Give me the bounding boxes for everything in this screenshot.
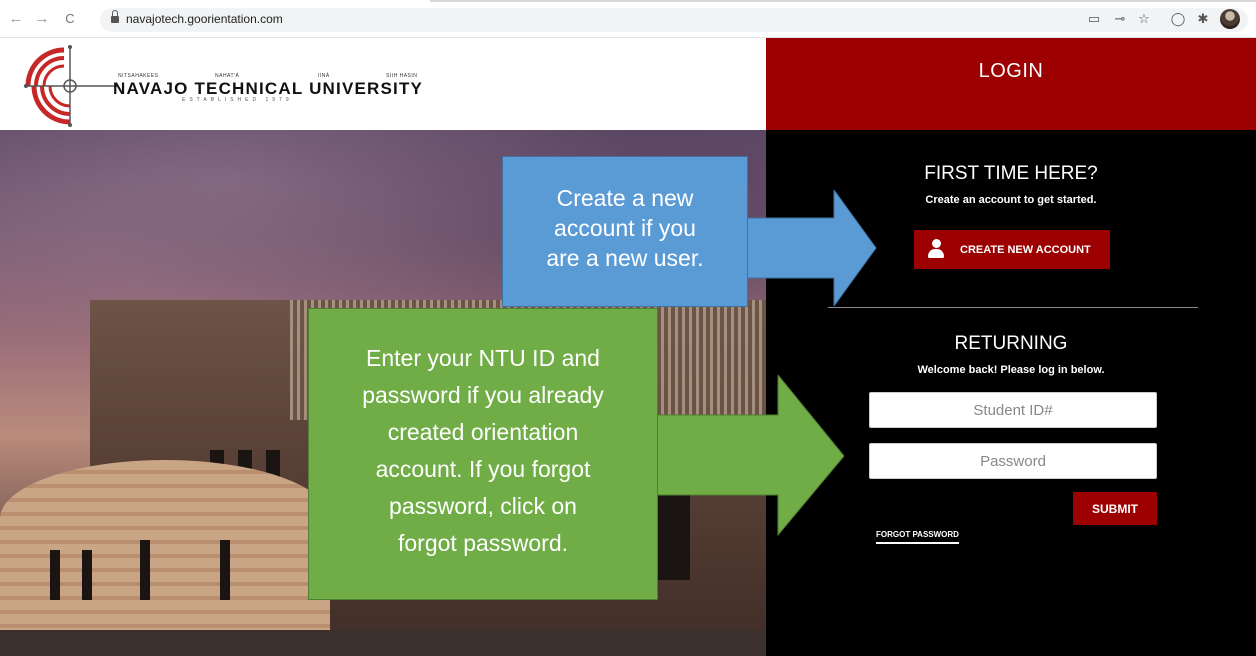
blue-callout-line: are a new user. [546,245,704,271]
lock-icon[interactable] [111,10,119,24]
returning-title: RETURNING [954,333,1068,354]
login-header-band [766,38,1256,130]
green-callout-arrow [656,375,845,537]
blue-callout-arrow [746,190,877,306]
forgot-password-link[interactable]: FORGOT PASSWORD [876,530,959,544]
rotunda-window [140,540,150,600]
student-id-input[interactable] [869,392,1157,428]
back-icon[interactable]: ← [8,11,24,27]
rotunda-window [220,540,230,600]
shield-extension-icon[interactable]: ◯ [1170,11,1186,27]
green-callout-line: forgot password. [397,530,569,556]
password-input[interactable] [869,443,1157,479]
tab-strip-divider [430,0,1256,2]
green-callout-line: created orientation [387,419,579,445]
green-callout-line: password if you already [362,382,604,408]
rotunda [0,460,330,656]
url-text[interactable]: navajotech.goorientation.com [126,12,283,26]
university-name[interactable]: NAVAJO TECHNICAL UNIVERSITY [113,79,423,99]
reload-icon[interactable]: C [62,11,78,27]
first-time-title: FIRST TIME HERE? [924,163,1098,184]
create-account-label: CREATE NEW ACCOUNT [960,244,1091,256]
extensions-puzzle-icon[interactable]: ✱ [1195,11,1211,27]
section-divider [828,307,1198,308]
forward-icon[interactable]: → [34,11,50,27]
blue-callout-line: account if you [554,215,696,241]
blue-callout-line: Create a new [556,185,694,211]
rotunda-window [50,550,60,600]
cast-icon[interactable]: ▭ [1086,11,1102,27]
user-icon [927,239,945,259]
profile-avatar[interactable] [1220,9,1240,29]
green-callout-line: Enter your NTU ID and [366,345,600,371]
rotunda-window [82,550,92,600]
tab-strip [0,0,1256,4]
login-title: LOGIN [978,60,1044,82]
ntu-logo-icon[interactable] [22,44,118,128]
submit-button[interactable]: SUBMIT [1073,492,1157,525]
logo-established: ESTABLISHED 1979 [182,97,293,103]
green-callout-line: password, click on [389,493,577,519]
create-account-button[interactable]: CREATE NEW ACCOUNT [914,230,1110,269]
blue-callout-text: Create a new account if you are a new us… [502,183,748,273]
green-callout-line: account. If you forgot [375,456,591,482]
key-icon[interactable]: ⊸ [1112,11,1128,27]
green-callout-text: Enter your NTU ID and password if you al… [308,340,658,562]
bookmark-star-icon[interactable]: ☆ [1136,11,1152,27]
ground [0,630,766,656]
